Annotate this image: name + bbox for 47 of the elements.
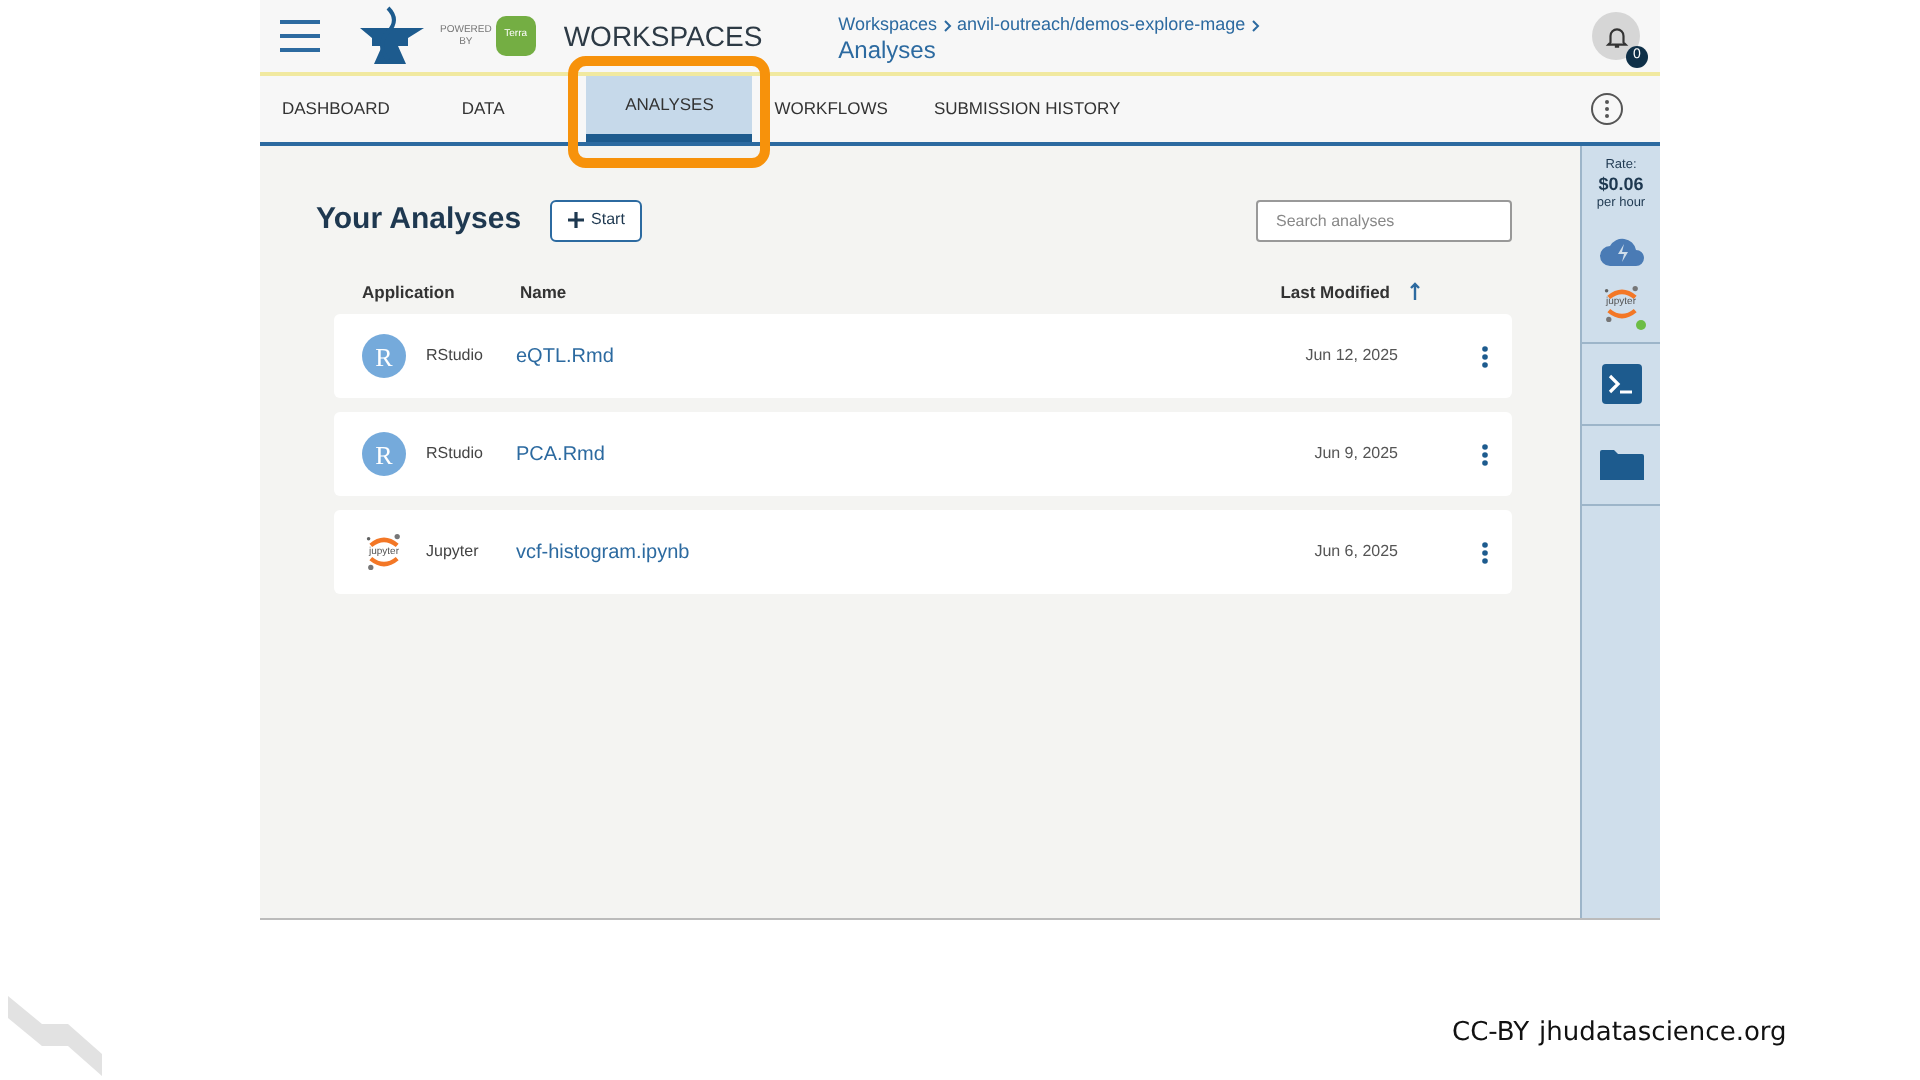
terminal-icon[interactable] — [1601, 363, 1641, 403]
breadcrumb-link[interactable]: Workspaces — [838, 14, 938, 37]
nav-tab[interactable]: ANALYSES — [586, 76, 753, 142]
column-header: Last Modified — [1280, 279, 1390, 305]
column-header: Application — [362, 279, 457, 305]
search-field[interactable]: Search analyses — [1256, 199, 1512, 242]
anvil-logo[interactable] — [356, 4, 428, 68]
column-header: Name — [520, 279, 567, 305]
plus-icon — [567, 212, 584, 229]
bell-icon — [1603, 23, 1629, 49]
app-name: RStudio — [426, 344, 485, 369]
file-link[interactable]: vcf-histogram.ipynb — [516, 537, 690, 568]
nav-tab[interactable]: DATA — [461, 76, 505, 142]
sort-arrow-icon[interactable] — [1410, 282, 1420, 301]
file-link[interactable]: PCA.Rmd — [516, 439, 605, 470]
website-label: jhudatascience.org — [1539, 1016, 1787, 1052]
chevron-icon — [943, 19, 952, 32]
more-options-icon[interactable] — [1590, 92, 1624, 126]
notifications-button[interactable] — [1592, 12, 1640, 60]
file-link[interactable]: eQTL.Rmd — [516, 341, 614, 372]
kebab-menu-icon[interactable] — [1482, 541, 1488, 564]
analysis-card[interactable]: R RStudio eQTL.Rmd Jun 12, 2025 — [334, 314, 1512, 399]
app-title: WORKSPACES — [563, 17, 763, 55]
breadcrumb-link[interactable]: anvil-outreach/demos-explore-mage — [957, 14, 1246, 37]
menu-icon[interactable] — [280, 20, 320, 52]
nav-tab[interactable]: DASHBOARD — [282, 76, 390, 142]
cloud-icon[interactable] — [1599, 233, 1643, 265]
chevron-icon — [1251, 19, 1260, 32]
kebab-menu-icon[interactable] — [1482, 345, 1488, 368]
r-logo: R — [362, 334, 406, 379]
start-button[interactable]: Start — [549, 199, 643, 242]
page-title: Analyses — [838, 36, 938, 67]
app-name: Jupyter — [426, 540, 481, 565]
modified-date: Jun 12, 2025 — [1305, 344, 1398, 369]
r-logo: R — [362, 432, 406, 477]
rate-value: $0.06 — [1598, 174, 1644, 196]
folder-icon[interactable] — [1599, 447, 1643, 481]
app-name: RStudio — [426, 442, 485, 467]
slide-logo — [8, 992, 102, 1076]
kebab-menu-icon[interactable] — [1482, 443, 1488, 466]
nav-tab[interactable]: WORKFLOWS — [774, 76, 888, 142]
modified-date: Jun 6, 2025 — [1314, 540, 1398, 565]
nav-tab[interactable]: SUBMISSION HISTORY — [933, 76, 1121, 142]
license-label: CC-BY — [1452, 1016, 1530, 1052]
modified-date: Jun 9, 2025 — [1314, 442, 1398, 467]
analysis-card[interactable]: R RStudio PCA.Rmd Jun 9, 2025 — [334, 412, 1512, 497]
section-title: Your Analyses — [316, 200, 522, 240]
